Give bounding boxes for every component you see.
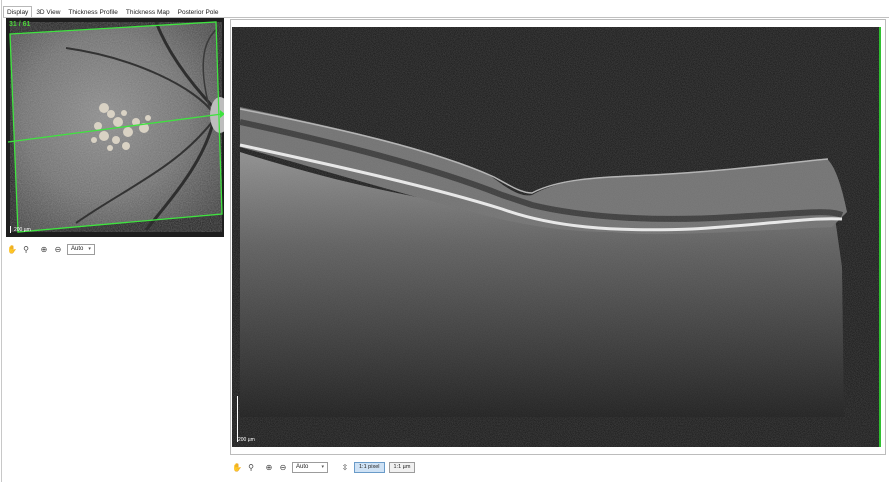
chevron-down-icon: ▾ [321,463,324,470]
oct-scale-label: 200 µm [238,437,255,443]
oct-bscan-image[interactable]: 200 µm [232,27,880,447]
window-edge [1,0,2,482]
chevron-down-icon: ▾ [88,245,91,252]
zoom-in-icon[interactable]: ⊕ [39,244,49,254]
hand-pan-icon[interactable]: ✋ [232,462,242,472]
oct-svg [232,27,880,447]
fundus-zoom-select[interactable]: Auto ▾ [67,243,95,255]
fundus-zoom-value: Auto [71,245,84,252]
fundus-scale-bar [10,226,11,233]
fundus-scale-label: 200 µm [14,227,31,233]
oct-toolbar: ✋ ⚲ ⊕ ⊖ Auto ▾ ⇳ 1:1 pixel 1:1 µm [232,461,416,473]
oct-zoom-select[interactable]: Auto ▾ [292,461,328,473]
magnifier-icon[interactable]: ⚲ [246,462,256,472]
fundus-image[interactable]: 31 / 61 200 µm [6,18,224,237]
scan-position-marker [879,27,881,447]
app-window: Display 3D View Thickness Profile Thickn… [0,0,892,482]
zoom-in-icon[interactable]: ⊕ [264,462,274,472]
zoom-out-icon[interactable]: ⊖ [278,462,288,472]
magnifier-icon[interactable]: ⚲ [21,244,31,254]
fit-height-icon[interactable]: ⇳ [340,462,350,472]
fundus-svg [6,18,224,237]
oct-scale-bar [237,396,238,442]
oct-zoom-value: Auto [296,463,309,470]
one-to-one-micron-button[interactable]: 1:1 µm [388,461,416,473]
hand-pan-icon[interactable]: ✋ [7,244,17,254]
fundus-toolbar: ✋ ⚲ ⊕ ⊖ Auto ▾ [7,243,95,255]
scan-counter: 31 / 61 [9,21,31,28]
zoom-out-icon[interactable]: ⊖ [53,244,63,254]
one-to-one-pixel-button[interactable]: 1:1 pixel [354,461,385,473]
